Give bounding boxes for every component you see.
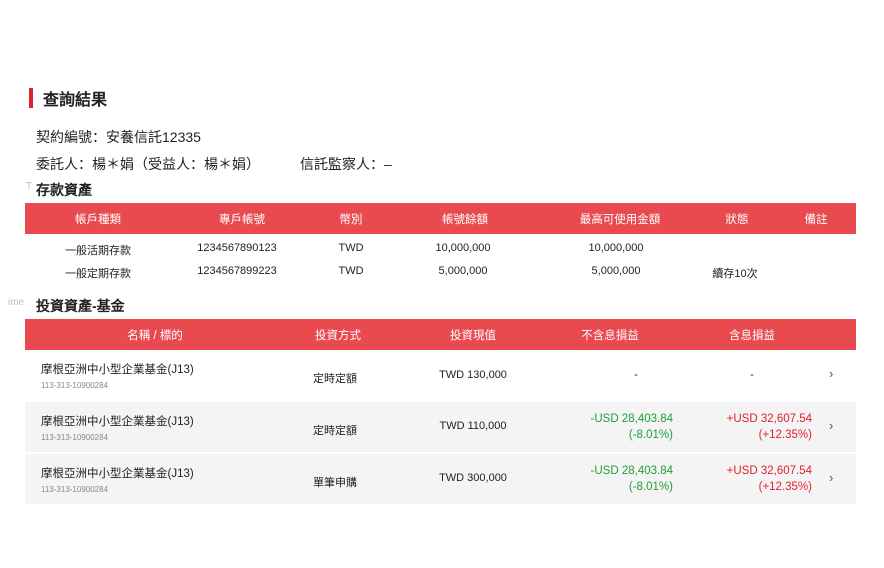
status: 續存10次 — [712, 268, 758, 280]
truster-info: 委託人：楊＊娟（受益人：楊＊娟） 信託監察人：– — [36, 154, 392, 174]
pl-in-amount: +USD 32,607.54 — [726, 465, 812, 477]
col-balance: 帳號餘額 — [442, 213, 488, 226]
pl-ex-amount: -USD 28,403.84 — [590, 465, 673, 477]
pl-ex-percent: (-8.01%) — [628, 429, 673, 441]
col-account-no: 專戶帳號 — [219, 213, 265, 226]
ghost-text: ime — [8, 297, 25, 308]
fund-row[interactable]: 摩根亞洲中小型企業基金(J13) 113-313-10900284 單筆申購 T… — [25, 454, 856, 504]
deposit-section-title: 存款資產 — [36, 182, 92, 198]
col-pl-in: 含息損益 — [729, 329, 775, 342]
fund-row[interactable]: 摩根亞洲中小型企業基金(J13) 113-313-10900284 定時定額 T… — [25, 350, 856, 400]
pl-ex-amount: -USD 28,403.84 — [590, 413, 673, 425]
col-note: 備註 — [804, 213, 828, 226]
pl-ex-percent: (-8.01%) — [628, 481, 673, 493]
fund-name: 摩根亞洲中小型企業基金(J13) — [41, 416, 194, 428]
table-row: 一般定期存款 1234567899223 TWD 5,000,000 5,000… — [25, 261, 856, 283]
title-accent-bar — [29, 88, 33, 108]
available-amount: 10,000,000 — [588, 242, 644, 254]
currency: TWD — [338, 242, 364, 254]
available-amount: 5,000,000 — [591, 265, 641, 277]
chevron-right-icon[interactable]: › — [829, 366, 833, 381]
deposit-table-header: 帳戶種類 專戶帳號 幣別 帳號餘額 最高可使用金額 狀態 備註 — [25, 203, 856, 234]
chevron-right-icon[interactable]: › — [829, 470, 833, 485]
col-pl-ex: 不含息損益 — [581, 329, 639, 342]
page-title: 查詢結果 — [29, 88, 108, 109]
pl-in-percent: (+12.35%) — [758, 429, 812, 441]
invest-value: TWD 300,000 — [439, 472, 507, 484]
pl-excluding-dividend: - — [634, 369, 638, 381]
invest-method: 定時定額 — [313, 373, 357, 385]
pl-excluding-dividend: -USD 28,403.84 (-8.01%) — [591, 411, 673, 443]
col-value: 投資現值 — [450, 329, 496, 342]
fund-name: 摩根亞洲中小型企業基金(J13) — [41, 468, 194, 480]
col-currency: 幣別 — [339, 213, 363, 226]
col-method: 投資方式 — [315, 329, 361, 342]
ghost-text: T — [26, 181, 33, 192]
invest-method: 單筆申購 — [313, 477, 357, 489]
page-title-text: 查詢結果 — [43, 92, 108, 109]
balance: 10,000,000 — [435, 242, 491, 254]
account-number: 1234567890123 — [197, 242, 277, 254]
pl-including-dividend: +USD 32,607.54 (+12.35%) — [727, 463, 812, 495]
pl-including-dividend: - — [750, 369, 754, 381]
fund-section-title: 投資資產-基金 — [36, 298, 125, 314]
balance: 5,000,000 — [438, 265, 488, 277]
chevron-right-icon[interactable]: › — [829, 418, 833, 433]
pl-including-dividend: +USD 32,607.54 (+12.35%) — [727, 411, 812, 443]
account-type: 一般定期存款 — [65, 268, 131, 280]
fund-code: 113-313-10900284 — [41, 433, 109, 442]
fund-code: 113-313-10900284 — [41, 381, 109, 390]
supervisor-text: 信託監察人：– — [300, 156, 392, 172]
fund-table-header: 名稱 / 標的 投資方式 投資現值 不含息損益 含息損益 — [25, 319, 856, 350]
account-type: 一般活期存款 — [65, 245, 131, 257]
fund-name: 摩根亞洲中小型企業基金(J13) — [41, 364, 194, 376]
col-account-type: 帳戶種類 — [75, 213, 121, 226]
col-available: 最高可使用金額 — [579, 213, 661, 226]
invest-value: TWD 130,000 — [439, 369, 507, 381]
pl-excluding-dividend: -USD 28,403.84 (-8.01%) — [591, 463, 673, 495]
pl-in-amount: +USD 32,607.54 — [726, 413, 812, 425]
fund-row[interactable]: 摩根亞洲中小型企業基金(J13) 113-313-10900284 定時定額 T… — [25, 402, 856, 452]
pl-in-percent: (+12.35%) — [758, 481, 812, 493]
contract-number: 契約編號：安養信託12335 — [36, 129, 201, 145]
truster-text: 委託人：楊＊娟（受益人：楊＊娟） — [36, 156, 260, 172]
fund-code: 113-313-10900284 — [41, 485, 109, 494]
currency: TWD — [338, 265, 364, 277]
invest-method: 定時定額 — [313, 425, 357, 437]
table-row: 一般活期存款 1234567890123 TWD 10,000,000 10,0… — [25, 238, 856, 260]
col-status: 狀態 — [725, 213, 749, 226]
col-fund-name: 名稱 / 標的 — [127, 329, 183, 342]
account-number: 1234567899223 — [197, 265, 277, 277]
invest-value: TWD 110,000 — [439, 420, 507, 432]
